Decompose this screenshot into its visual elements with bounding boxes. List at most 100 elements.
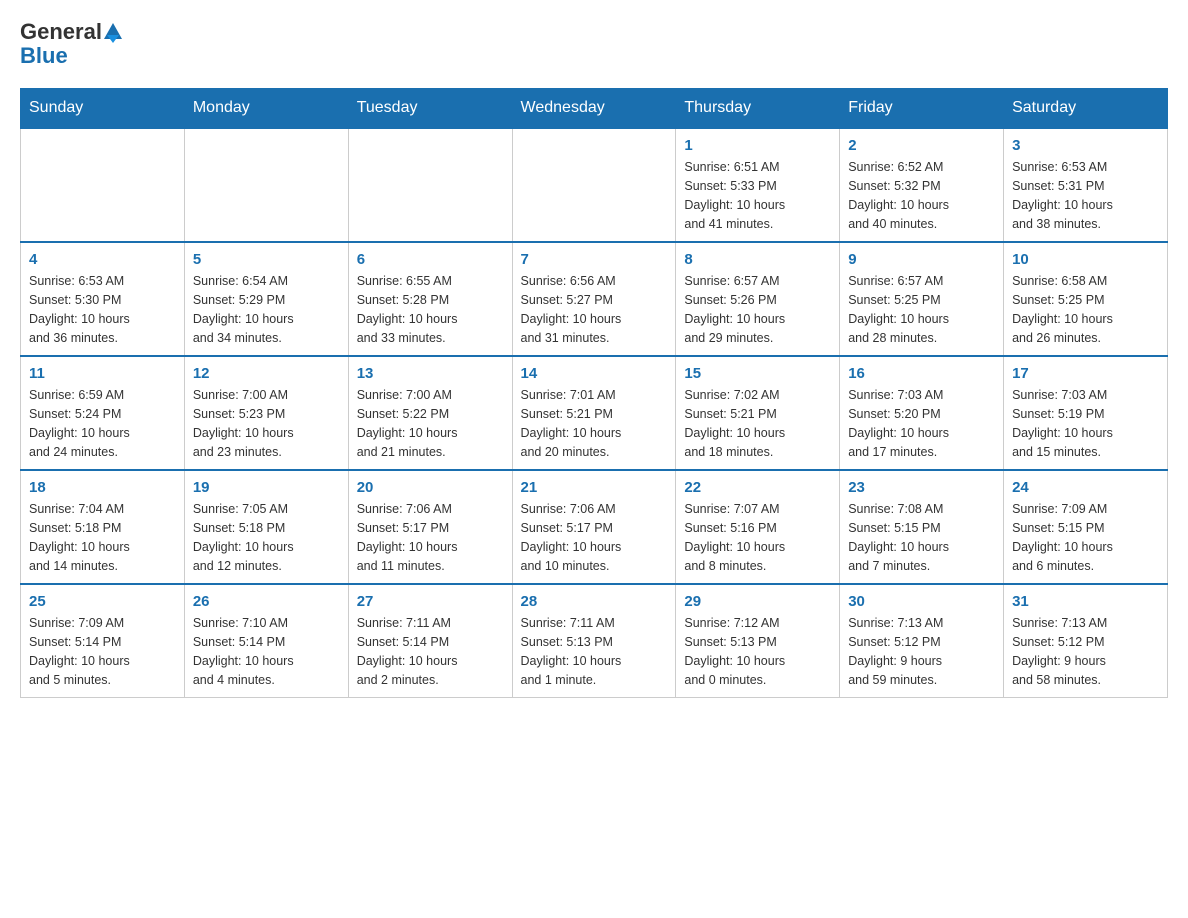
calendar-day-cell: 20 Sunrise: 7:06 AMSunset: 5:17 PMDayligh…: [348, 470, 512, 584]
calendar-week-row: 4 Sunrise: 6:53 AMSunset: 5:30 PMDaylight…: [21, 242, 1168, 356]
calendar-day-cell: 28 Sunrise: 7:11 AMSunset: 5:13 PMDayligh…: [512, 584, 676, 698]
day-number: 27: [357, 593, 504, 610]
calendar-day-cell: 14 Sunrise: 7:01 AMSunset: 5:21 PMDayligh…: [512, 356, 676, 470]
day-number: 4: [29, 251, 176, 268]
calendar-weekday-header: Wednesday: [512, 89, 676, 129]
day-info: Sunrise: 6:51 AMSunset: 5:33 PMDaylight:…: [684, 158, 831, 233]
day-number: 23: [848, 479, 995, 496]
day-info: Sunrise: 7:06 AMSunset: 5:17 PMDaylight:…: [357, 500, 504, 575]
day-number: 13: [357, 365, 504, 382]
day-info: Sunrise: 7:09 AMSunset: 5:14 PMDaylight:…: [29, 614, 176, 689]
calendar-day-cell: 3 Sunrise: 6:53 AMSunset: 5:31 PMDaylight…: [1004, 128, 1168, 242]
calendar-day-cell: 2 Sunrise: 6:52 AMSunset: 5:32 PMDaylight…: [840, 128, 1004, 242]
calendar-day-cell: 7 Sunrise: 6:56 AMSunset: 5:27 PMDaylight…: [512, 242, 676, 356]
day-info: Sunrise: 6:57 AMSunset: 5:25 PMDaylight:…: [848, 272, 995, 347]
day-number: 10: [1012, 251, 1159, 268]
day-number: 30: [848, 593, 995, 610]
calendar-week-row: 18 Sunrise: 7:04 AMSunset: 5:18 PMDayligh…: [21, 470, 1168, 584]
calendar-week-row: 11 Sunrise: 6:59 AMSunset: 5:24 PMDayligh…: [21, 356, 1168, 470]
calendar-day-cell: 29 Sunrise: 7:12 AMSunset: 5:13 PMDayligh…: [676, 584, 840, 698]
day-number: 24: [1012, 479, 1159, 496]
day-number: 26: [193, 593, 340, 610]
day-number: 9: [848, 251, 995, 268]
day-info: Sunrise: 7:01 AMSunset: 5:21 PMDaylight:…: [521, 386, 668, 461]
day-info: Sunrise: 6:58 AMSunset: 5:25 PMDaylight:…: [1012, 272, 1159, 347]
day-info: Sunrise: 6:53 AMSunset: 5:30 PMDaylight:…: [29, 272, 176, 347]
day-number: 12: [193, 365, 340, 382]
day-info: Sunrise: 7:12 AMSunset: 5:13 PMDaylight:…: [684, 614, 831, 689]
calendar-day-cell: 21 Sunrise: 7:06 AMSunset: 5:17 PMDayligh…: [512, 470, 676, 584]
calendar-week-row: 25Sunrise: 7:09 AMSunset: 5:14 PMDayligh…: [21, 584, 1168, 698]
calendar-day-cell: 18 Sunrise: 7:04 AMSunset: 5:18 PMDayligh…: [21, 470, 185, 584]
calendar-weekday-header: Tuesday: [348, 89, 512, 129]
day-number: 29: [684, 593, 831, 610]
calendar-day-cell: 6 Sunrise: 6:55 AMSunset: 5:28 PMDaylight…: [348, 242, 512, 356]
day-number: 7: [521, 251, 668, 268]
logo: GeneralBlue: [20, 20, 124, 68]
calendar-day-cell: 12Sunrise: 7:00 AMSunset: 5:23 PMDayligh…: [184, 356, 348, 470]
calendar-week-row: 1 Sunrise: 6:51 AMSunset: 5:33 PMDaylight…: [21, 128, 1168, 242]
calendar-day-cell: 15Sunrise: 7:02 AMSunset: 5:21 PMDayligh…: [676, 356, 840, 470]
calendar-header-row: SundayMondayTuesdayWednesdayThursdayFrid…: [21, 89, 1168, 129]
day-number: 18: [29, 479, 176, 496]
day-number: 22: [684, 479, 831, 496]
calendar-day-cell: 9 Sunrise: 6:57 AMSunset: 5:25 PMDaylight…: [840, 242, 1004, 356]
day-info: Sunrise: 6:55 AMSunset: 5:28 PMDaylight:…: [357, 272, 504, 347]
calendar-day-cell: 25Sunrise: 7:09 AMSunset: 5:14 PMDayligh…: [21, 584, 185, 698]
day-number: 5: [193, 251, 340, 268]
calendar-day-cell: [348, 128, 512, 242]
day-info: Sunrise: 7:13 AMSunset: 5:12 PMDaylight:…: [1012, 614, 1159, 689]
day-info: Sunrise: 7:04 AMSunset: 5:18 PMDaylight:…: [29, 500, 176, 575]
calendar-weekday-header: Thursday: [676, 89, 840, 129]
day-info: Sunrise: 7:10 AMSunset: 5:14 PMDaylight:…: [193, 614, 340, 689]
calendar-day-cell: 10 Sunrise: 6:58 AMSunset: 5:25 PMDayligh…: [1004, 242, 1168, 356]
day-number: 21: [521, 479, 668, 496]
day-info: Sunrise: 6:52 AMSunset: 5:32 PMDaylight:…: [848, 158, 995, 233]
calendar-day-cell: 31Sunrise: 7:13 AMSunset: 5:12 PMDayligh…: [1004, 584, 1168, 698]
day-info: Sunrise: 7:08 AMSunset: 5:15 PMDaylight:…: [848, 500, 995, 575]
calendar-day-cell: [21, 128, 185, 242]
calendar-weekday-header: Saturday: [1004, 89, 1168, 129]
day-info: Sunrise: 7:11 AMSunset: 5:13 PMDaylight:…: [521, 614, 668, 689]
day-number: 28: [521, 593, 668, 610]
calendar-day-cell: 8 Sunrise: 6:57 AMSunset: 5:26 PMDaylight…: [676, 242, 840, 356]
day-info: Sunrise: 7:05 AMSunset: 5:18 PMDaylight:…: [193, 500, 340, 575]
calendar-day-cell: 16 Sunrise: 7:03 AMSunset: 5:20 PMDayligh…: [840, 356, 1004, 470]
calendar-weekday-header: Sunday: [21, 89, 185, 129]
calendar-day-cell: 23 Sunrise: 7:08 AMSunset: 5:15 PMDayligh…: [840, 470, 1004, 584]
day-info: Sunrise: 6:54 AMSunset: 5:29 PMDaylight:…: [193, 272, 340, 347]
calendar-day-cell: 19 Sunrise: 7:05 AMSunset: 5:18 PMDayligh…: [184, 470, 348, 584]
calendar-weekday-header: Monday: [184, 89, 348, 129]
day-info: Sunrise: 6:53 AMSunset: 5:31 PMDaylight:…: [1012, 158, 1159, 233]
day-info: Sunrise: 7:06 AMSunset: 5:17 PMDaylight:…: [521, 500, 668, 575]
calendar-day-cell: 26 Sunrise: 7:10 AMSunset: 5:14 PMDayligh…: [184, 584, 348, 698]
calendar-day-cell: 5 Sunrise: 6:54 AMSunset: 5:29 PMDaylight…: [184, 242, 348, 356]
day-info: Sunrise: 6:56 AMSunset: 5:27 PMDaylight:…: [521, 272, 668, 347]
day-info: Sunrise: 7:11 AMSunset: 5:14 PMDaylight:…: [357, 614, 504, 689]
day-number: 1: [684, 137, 831, 154]
calendar-day-cell: 1 Sunrise: 6:51 AMSunset: 5:33 PMDaylight…: [676, 128, 840, 242]
day-number: 17: [1012, 365, 1159, 382]
calendar-day-cell: 30Sunrise: 7:13 AMSunset: 5:12 PMDayligh…: [840, 584, 1004, 698]
calendar-day-cell: 24 Sunrise: 7:09 AMSunset: 5:15 PMDayligh…: [1004, 470, 1168, 584]
day-info: Sunrise: 7:02 AMSunset: 5:21 PMDaylight:…: [684, 386, 831, 461]
day-info: Sunrise: 6:57 AMSunset: 5:26 PMDaylight:…: [684, 272, 831, 347]
day-number: 8: [684, 251, 831, 268]
calendar-day-cell: 13Sunrise: 7:00 AMSunset: 5:22 PMDayligh…: [348, 356, 512, 470]
calendar-day-cell: 11 Sunrise: 6:59 AMSunset: 5:24 PMDayligh…: [21, 356, 185, 470]
day-number: 2: [848, 137, 995, 154]
day-number: 6: [357, 251, 504, 268]
calendar-day-cell: [512, 128, 676, 242]
day-info: Sunrise: 7:03 AMSunset: 5:20 PMDaylight:…: [848, 386, 995, 461]
day-number: 14: [521, 365, 668, 382]
day-number: 19: [193, 479, 340, 496]
day-info: Sunrise: 6:59 AMSunset: 5:24 PMDaylight:…: [29, 386, 176, 461]
calendar-day-cell: [184, 128, 348, 242]
day-number: 20: [357, 479, 504, 496]
day-number: 3: [1012, 137, 1159, 154]
calendar-day-cell: 17Sunrise: 7:03 AMSunset: 5:19 PMDayligh…: [1004, 356, 1168, 470]
day-number: 16: [848, 365, 995, 382]
calendar-day-cell: 27 Sunrise: 7:11 AMSunset: 5:14 PMDayligh…: [348, 584, 512, 698]
day-number: 11: [29, 365, 176, 382]
day-info: Sunrise: 7:09 AMSunset: 5:15 PMDaylight:…: [1012, 500, 1159, 575]
